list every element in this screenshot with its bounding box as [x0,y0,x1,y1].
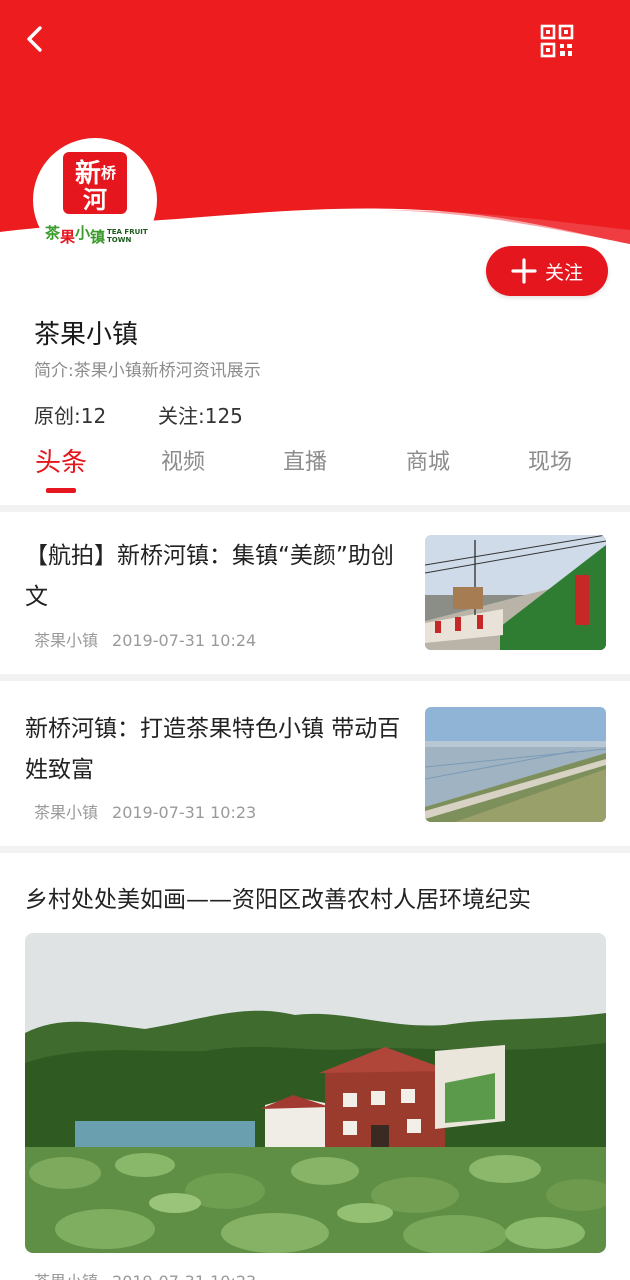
channel-name: 茶果小镇 [34,320,139,350]
article-time: 2019-07-31 10:23 [112,803,257,822]
follow-count: 关注:125 [158,404,243,428]
svg-text:茶: 茶 [45,224,61,242]
article-thumbnail [425,707,606,822]
tab-mall[interactable]: 商城 [406,444,450,476]
article-time: 2019-07-31 10:24 [112,631,257,650]
channel-intro: 简介:茶果小镇新桥河资讯展示 [34,361,261,381]
article-source: 茶果小镇 [34,631,99,650]
chevron-left-icon [27,26,42,52]
article-time: 2019-07-31 10:23 [112,1272,256,1280]
article-meta: 茶果小镇 2019-07-31 10:24 [34,627,256,651]
svg-text:果: 果 [59,228,76,246]
article-title: 【航拍】新桥河镇：集镇“美颜”助创文 [25,543,394,610]
plus-icon [511,258,537,284]
article-meta: 茶果小镇 2019-07-31 10:23 [34,799,256,823]
article-meta: 茶果小镇 2019-07-31 10:23 [34,1268,256,1280]
divider [0,505,630,512]
qr-code-icon [540,24,574,58]
svg-text:新: 新 [75,158,101,189]
tab-video[interactable]: 视频 [161,444,205,476]
channel-avatar: 新 桥 河 茶 果 小 镇 TEA FRUIT TOWN [33,138,157,262]
article-item[interactable]: 新桥河镇：打造茶果特色小镇 带动百姓致富 茶果小镇 2019-07-31 10:2… [0,681,630,846]
article-thumbnail [425,535,606,650]
original-count: 原创:12 [34,404,107,428]
follow-button-label: 关注 [544,261,583,284]
back-button[interactable] [18,20,52,60]
divider [0,846,630,853]
article-item[interactable]: 【航拍】新桥河镇：集镇“美颜”助创文 茶果小镇 2019-07-31 10:24 [0,512,630,674]
channel-logo: 新 桥 河 茶 果 小 镇 TEA FRUIT TOWN [45,152,148,246]
tab-onsite[interactable]: 现场 [528,444,572,476]
article-image[interactable] [25,933,606,1253]
svg-text:TEA FRUIT: TEA FRUIT [107,228,148,236]
follow-button[interactable]: 关注 [486,246,608,296]
qr-code-button[interactable] [540,24,574,58]
tab-live[interactable]: 直播 [283,444,327,476]
tab-headlines[interactable]: 头条 [35,442,87,479]
divider [0,674,630,681]
channel-page: 新 桥 河 茶 果 小 镇 TEA FRUIT TOWN 关注 茶果小镇 简介:… [0,0,630,1280]
svg-text:TOWN: TOWN [107,236,131,244]
article-title: 新桥河镇：打造茶果特色小镇 带动百姓致富 [25,716,401,783]
svg-text:镇: 镇 [90,228,105,246]
article-source: 茶果小镇 [34,1272,98,1280]
active-tab-indicator [46,488,76,493]
svg-text:河: 河 [83,186,107,214]
article-title[interactable]: 乡村处处美如画——资阳区改善农村人居环境纪实 [25,880,531,914]
article-source: 茶果小镇 [34,803,99,822]
svg-text:小: 小 [75,224,90,242]
category-tabs: 头条 视频 直播 商城 现场 [0,440,630,496]
svg-text:桥: 桥 [101,164,117,182]
